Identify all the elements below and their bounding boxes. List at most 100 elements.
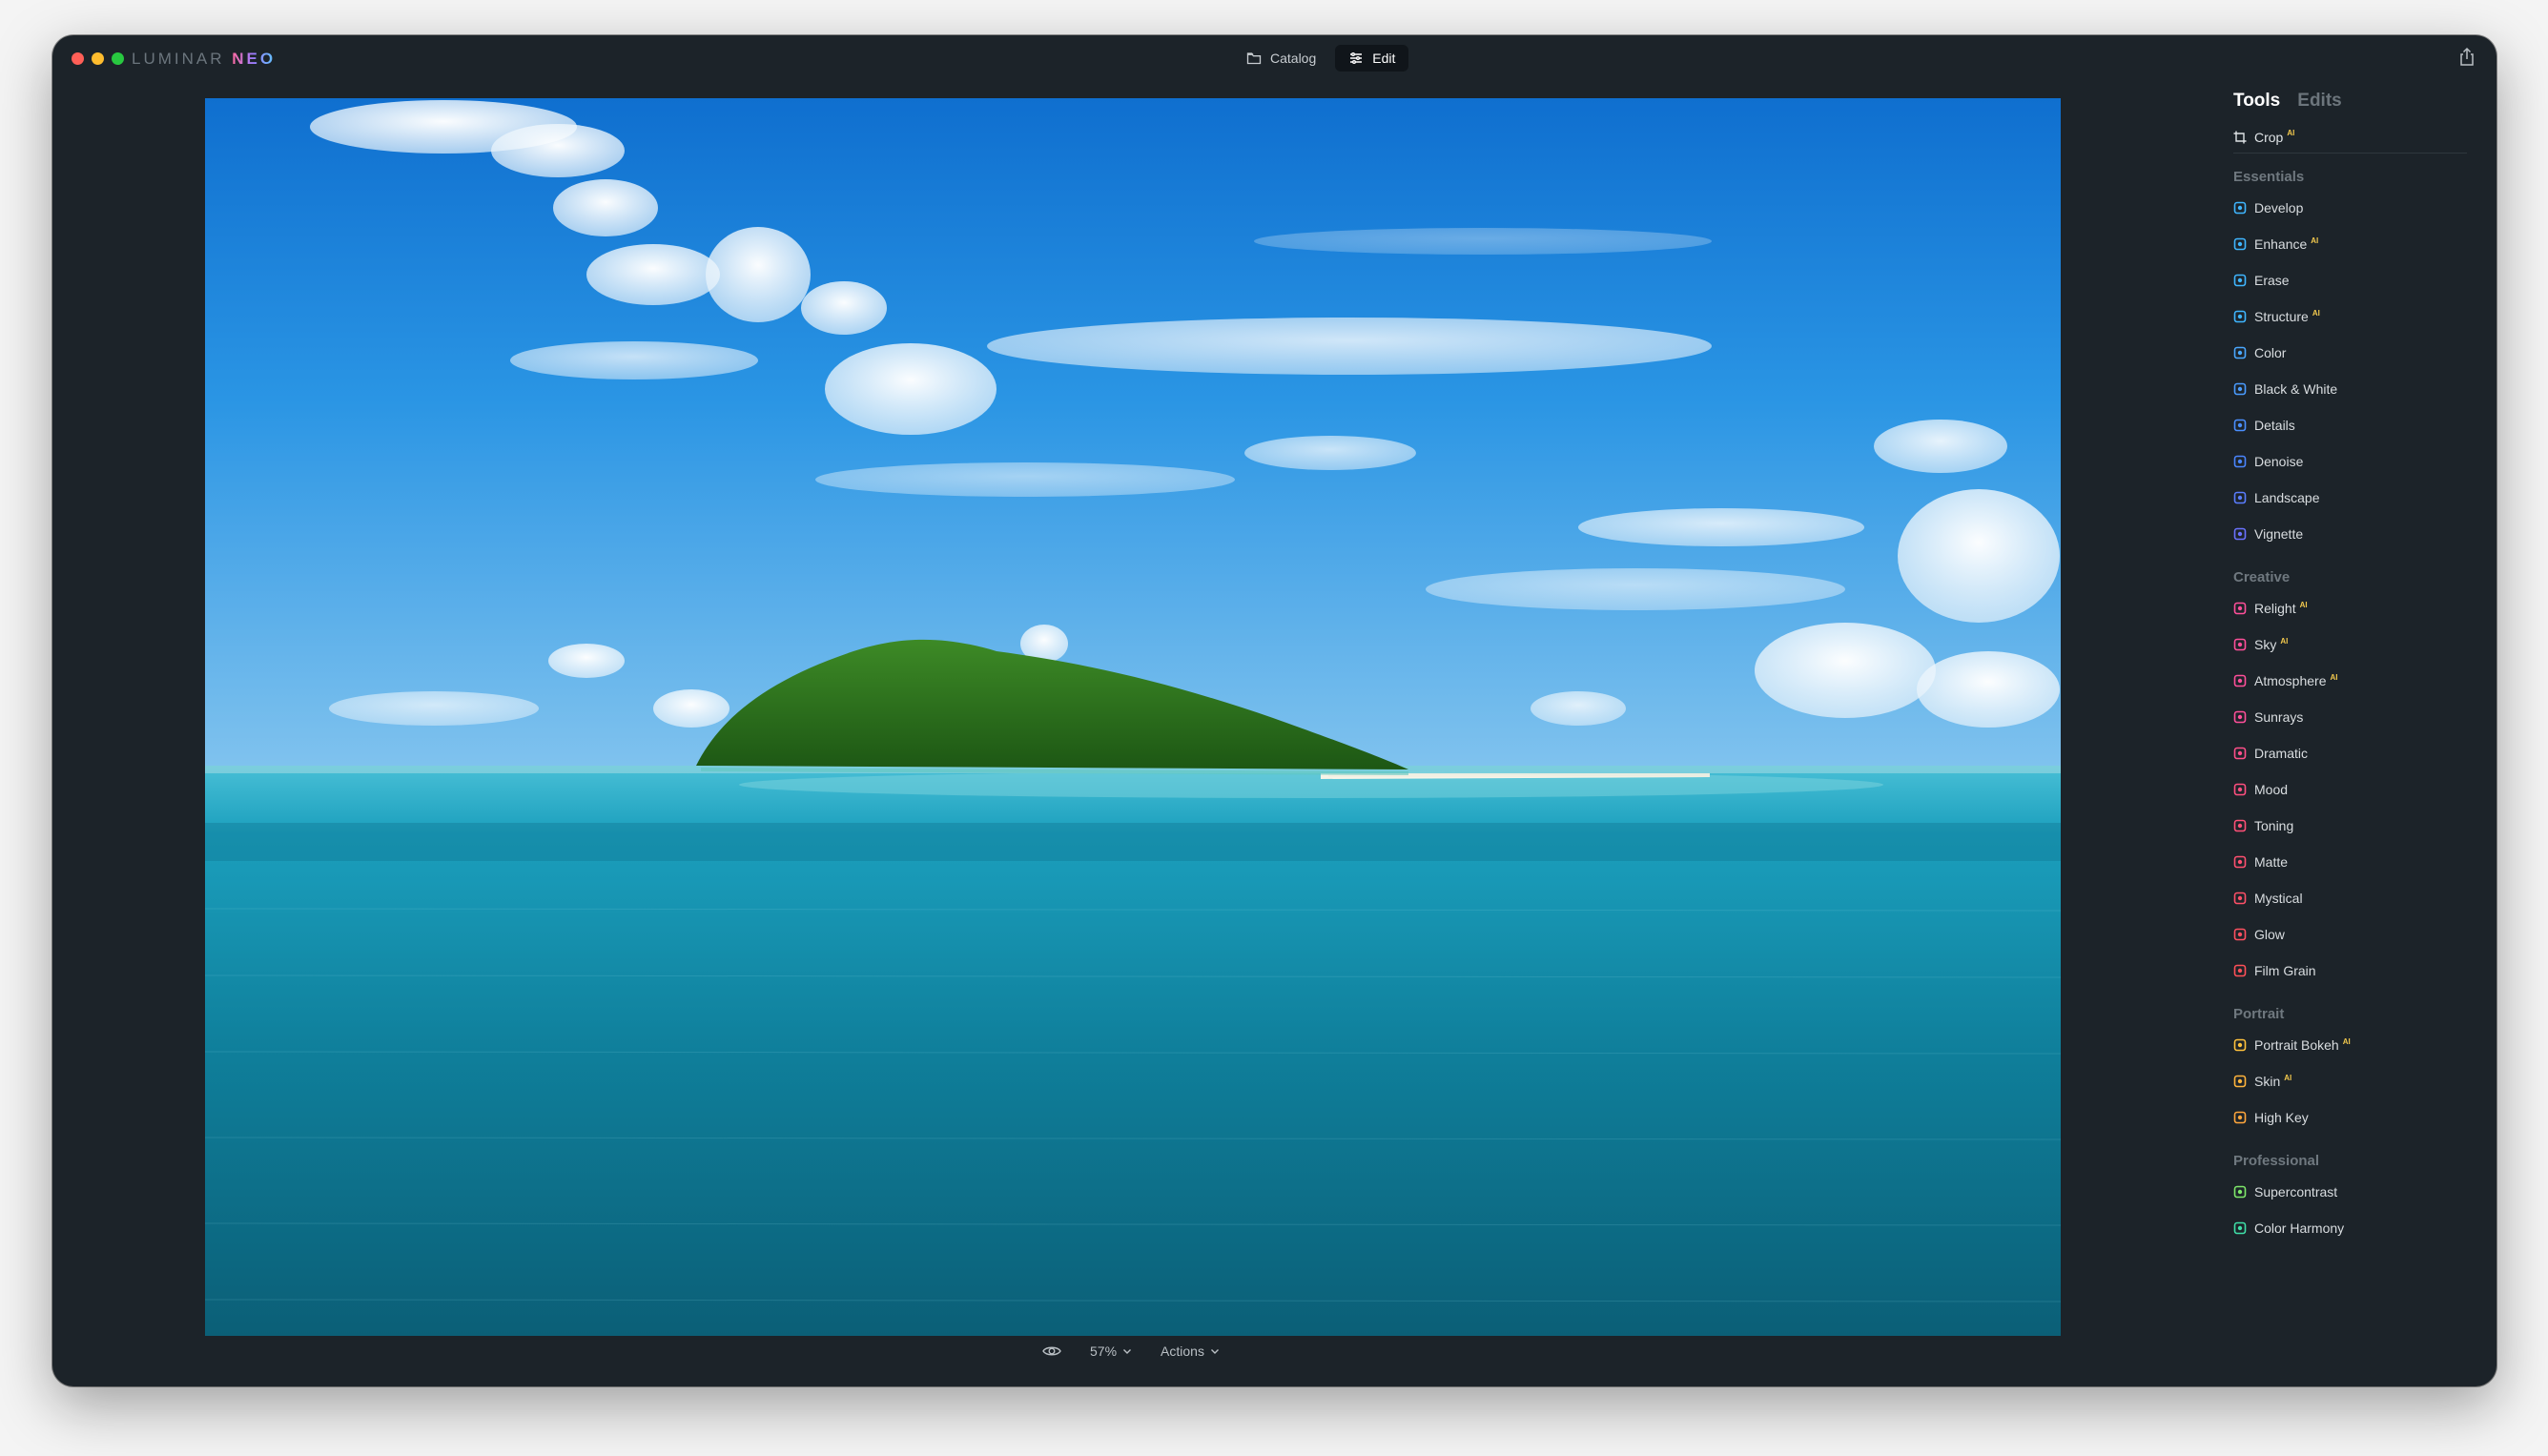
tool-label: Color Harmony xyxy=(2254,1220,2345,1236)
tool-label: Relight xyxy=(2254,601,2296,616)
tool-high-key[interactable]: High Key xyxy=(2233,1099,2467,1136)
ai-badge: AI xyxy=(2312,308,2320,318)
tool-color[interactable]: Color xyxy=(2233,335,2467,371)
tab-tools[interactable]: Tools xyxy=(2233,91,2280,112)
tool-mystical[interactable]: Mystical xyxy=(2233,880,2467,916)
tool-group-creative: Creative Relight AI Sky AI Atmosphere AI Sunray… xyxy=(2233,564,2467,989)
tool-label: Structure xyxy=(2254,309,2309,324)
tool-label: Supercontrast xyxy=(2254,1184,2338,1200)
eye-icon xyxy=(1042,1346,1061,1356)
catalog-label: Catalog xyxy=(1270,51,1317,66)
logo-accent: NEO xyxy=(232,50,277,68)
tab-edits[interactable]: Edits xyxy=(2297,91,2341,112)
crop-label: Crop xyxy=(2254,129,2284,145)
color-harmony-icon xyxy=(2233,1221,2247,1235)
film-grain-icon xyxy=(2233,964,2247,977)
tool-label: High Key xyxy=(2254,1110,2309,1125)
tool-label: Skin xyxy=(2254,1074,2281,1089)
actions-dropdown[interactable]: Actions xyxy=(1161,1343,1220,1359)
tool-dramatic[interactable]: Dramatic xyxy=(2233,735,2467,771)
tool-label: Matte xyxy=(2254,854,2289,870)
edit-mode-button[interactable]: Edit xyxy=(1335,45,1409,72)
ai-badge: AI xyxy=(2330,672,2338,682)
tool-enhance[interactable]: Enhance AI xyxy=(2233,226,2467,262)
photo-canvas[interactable] xyxy=(205,98,2061,1336)
glow-icon xyxy=(2233,928,2247,941)
tool-matte[interactable]: Matte xyxy=(2233,844,2467,880)
zoom-window-button[interactable] xyxy=(112,52,124,65)
ai-badge: AI xyxy=(2280,636,2289,646)
sky-icon xyxy=(2233,638,2247,651)
tool-sky[interactable]: Sky AI xyxy=(2233,626,2467,663)
ai-badge: AI xyxy=(2287,129,2295,137)
close-window-button[interactable] xyxy=(72,52,84,65)
develop-icon xyxy=(2233,201,2247,215)
tool-develop[interactable]: Develop xyxy=(2233,190,2467,226)
tool-skin[interactable]: Skin AI xyxy=(2233,1063,2467,1099)
erase-icon xyxy=(2233,274,2247,287)
tool-label: Mystical xyxy=(2254,891,2303,906)
tool-label: Sunrays xyxy=(2254,709,2304,725)
tool-film-grain[interactable]: Film Grain xyxy=(2233,953,2467,989)
tool-label: Landscape xyxy=(2254,490,2320,505)
toning-icon xyxy=(2233,819,2247,832)
color-icon xyxy=(2233,346,2247,359)
crop-tool[interactable]: Crop AI xyxy=(2233,121,2467,154)
bottom-toolbar: 57% Actions xyxy=(1042,1343,1220,1359)
zoom-value: 57% xyxy=(1090,1343,1118,1359)
tool-label: Denoise xyxy=(2254,454,2304,469)
tool-black-white[interactable]: Black & White xyxy=(2233,371,2467,407)
ai-badge: AI xyxy=(2342,1036,2351,1046)
tool-group-portrait: Portrait Portrait Bokeh AI Skin AI High Key xyxy=(2233,1000,2467,1136)
tool-label: Dramatic xyxy=(2254,746,2309,761)
chevron-down-icon xyxy=(1210,1349,1219,1354)
tool-erase[interactable]: Erase xyxy=(2233,262,2467,298)
mode-switcher: Catalog Edit xyxy=(1233,45,1409,72)
tool-vignette[interactable]: Vignette xyxy=(2233,516,2467,552)
tool-sunrays[interactable]: Sunrays xyxy=(2233,699,2467,735)
tool-label: Erase xyxy=(2254,273,2290,288)
tool-groups: Essentials Develop Enhance AI Erase Structure… xyxy=(2233,163,2467,1246)
dramatic-icon xyxy=(2233,747,2247,760)
tool-atmosphere[interactable]: Atmosphere AI xyxy=(2233,663,2467,699)
tool-glow[interactable]: Glow xyxy=(2233,916,2467,953)
island-photo xyxy=(205,98,2061,1336)
chevron-down-icon xyxy=(1123,1349,1132,1354)
ai-badge: AI xyxy=(2311,236,2319,245)
tool-details[interactable]: Details xyxy=(2233,407,2467,443)
tool-group-professional: Professional Supercontrast Color Harmony xyxy=(2233,1147,2467,1246)
ai-badge: AI xyxy=(2284,1073,2292,1082)
tool-supercontrast[interactable]: Supercontrast xyxy=(2233,1174,2467,1210)
matte-icon xyxy=(2233,855,2247,869)
denoise-icon xyxy=(2233,455,2247,468)
tools-panel: Tools Edits Crop AI Essentials Develop Enh… xyxy=(2233,91,2467,1258)
edit-label: Edit xyxy=(1372,51,1396,66)
tool-landscape[interactable]: Landscape xyxy=(2233,480,2467,516)
tool-denoise[interactable]: Denoise xyxy=(2233,443,2467,480)
relight-icon xyxy=(2233,602,2247,615)
tool-toning[interactable]: Toning xyxy=(2233,808,2467,844)
tool-relight[interactable]: Relight AI xyxy=(2233,590,2467,626)
mood-icon xyxy=(2233,783,2247,796)
details-icon xyxy=(2233,419,2247,432)
tool-group-essentials: Essentials Develop Enhance AI Erase Structure… xyxy=(2233,163,2467,552)
tool-label: Portrait Bokeh xyxy=(2254,1037,2339,1053)
catalog-mode-button[interactable]: Catalog xyxy=(1233,45,1329,72)
app-logo: LUMINAR NEO xyxy=(132,50,276,69)
group-title: Portrait xyxy=(2233,1005,2285,1022)
tool-portrait-bokeh[interactable]: Portrait Bokeh AI xyxy=(2233,1027,2467,1063)
tool-structure[interactable]: Structure AI xyxy=(2233,298,2467,335)
landscape-icon xyxy=(2233,491,2247,504)
minimize-window-button[interactable] xyxy=(92,52,104,65)
logo-main: LUMINAR xyxy=(132,50,225,68)
portrait-bokeh-icon xyxy=(2233,1038,2247,1052)
zoom-dropdown[interactable]: 57% xyxy=(1090,1343,1132,1359)
group-title: Professional xyxy=(2233,1152,2320,1169)
tool-label: Vignette xyxy=(2254,526,2304,542)
preview-toggle[interactable] xyxy=(1042,1344,1061,1358)
share-icon[interactable] xyxy=(2456,46,2477,69)
tool-label: Develop xyxy=(2254,200,2304,215)
tool-color-harmony[interactable]: Color Harmony xyxy=(2233,1210,2467,1246)
tool-mood[interactable]: Mood xyxy=(2233,771,2467,808)
tool-label: Color xyxy=(2254,345,2287,360)
